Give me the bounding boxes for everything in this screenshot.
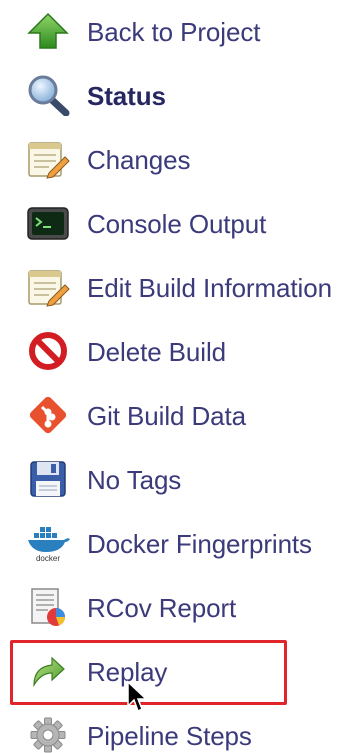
build-sidebar: Back to Project Status Changes Console O… [0,0,355,753]
task-git-build-data[interactable]: Git Build Data [0,384,355,446]
task-label[interactable]: Git Build Data [87,401,246,431]
task-label[interactable]: Pipeline Steps [87,721,252,751]
task-label[interactable]: Changes [87,145,190,175]
task-label[interactable]: Delete Build [87,337,226,367]
task-changes[interactable]: Changes [0,128,355,190]
task-label[interactable]: Status [87,81,166,111]
notepad-icon [23,268,73,307]
report-chart-icon [23,588,73,626]
docker-icon: docker [23,524,73,563]
notepad-icon [23,140,73,179]
task-delete-build[interactable]: Delete Build [0,320,355,382]
task-replay[interactable]: Replay [0,640,355,702]
no-entry-icon [23,332,73,370]
task-edit-build-information[interactable]: Edit Build Information [0,256,355,318]
task-no-tags[interactable]: No Tags [0,448,355,510]
task-label[interactable]: Docker Fingerprints [87,529,312,559]
task-label[interactable]: No Tags [87,465,181,495]
task-label[interactable]: Edit Build Information [87,273,332,303]
gear-icon [23,716,73,753]
task-label[interactable]: Back to Project [87,17,260,47]
floppy-disk-icon [23,460,73,498]
task-status[interactable]: Status [0,64,355,126]
task-pipeline-steps[interactable]: Pipeline Steps [0,704,355,753]
svg-text:docker: docker [36,554,60,563]
replay-arrow-icon [23,652,73,690]
terminal-icon [23,204,73,242]
magnifier-icon [23,75,73,116]
task-console-output[interactable]: Console Output [0,192,355,254]
task-docker-fingerprints[interactable]: docker Docker Fingerprints [0,512,355,574]
mouse-cursor-icon [126,680,150,714]
task-label[interactable]: Console Output [87,209,266,239]
task-rcov-report[interactable]: RCov Report [0,576,355,638]
task-label[interactable]: RCov Report [87,593,236,623]
git-icon [23,396,73,434]
task-back-to-project[interactable]: Back to Project [0,0,355,62]
up-arrow-icon [23,12,73,50]
